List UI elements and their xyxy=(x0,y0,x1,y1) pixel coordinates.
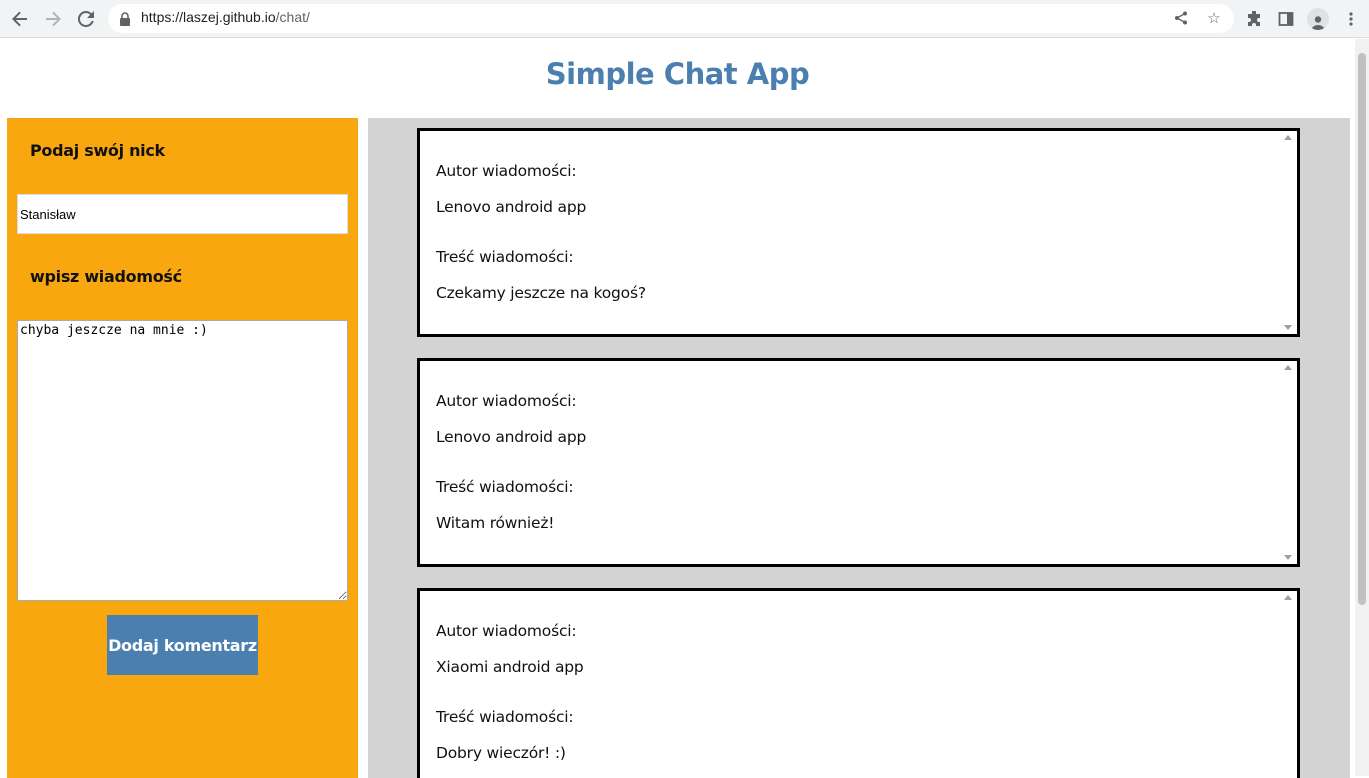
message-card[interactable]: Autor wiadomości: Lenovo android app Tre… xyxy=(417,358,1300,567)
extensions-icon[interactable] xyxy=(1242,7,1266,31)
message-label: wpisz wiadomość xyxy=(30,267,182,286)
scroll-down-arrow-icon[interactable] xyxy=(1284,325,1292,330)
author-label: Autor wiadomości: xyxy=(436,162,577,180)
lock-icon[interactable] xyxy=(119,11,131,26)
url-text: https://laszej.github.io/chat/ xyxy=(141,9,310,25)
content-label: Treść wiadomości: xyxy=(436,708,574,726)
scroll-up-arrow-icon[interactable] xyxy=(1284,365,1292,370)
scroll-down-arrow-icon[interactable] xyxy=(1284,555,1292,560)
author-value: Xiaomi android app xyxy=(436,658,584,676)
author-value: Lenovo android app xyxy=(436,198,587,216)
page-scrollbar-thumb[interactable] xyxy=(1358,53,1366,605)
message-card[interactable]: Autor wiadomości: Lenovo android app Tre… xyxy=(417,128,1300,337)
share-icon[interactable] xyxy=(1171,8,1191,28)
content-label: Treść wiadomości: xyxy=(436,478,574,496)
browser-toolbar: https://laszej.github.io/chat/ ☆ xyxy=(0,0,1369,38)
message-textarea[interactable]: chyba jeszcze na mnie :) xyxy=(17,320,348,601)
side-panel-icon[interactable] xyxy=(1274,7,1298,31)
forward-icon[interactable] xyxy=(41,7,65,31)
bookmark-star-icon[interactable]: ☆ xyxy=(1204,8,1224,28)
add-comment-button[interactable]: Dodaj komentarz xyxy=(107,615,258,675)
message-card[interactable]: Autor wiadomości: Xiaomi android app Tre… xyxy=(417,588,1300,778)
content-label: Treść wiadomości: xyxy=(436,248,574,266)
scroll-up-arrow-icon[interactable] xyxy=(1284,595,1292,600)
author-label: Autor wiadomości: xyxy=(436,392,577,410)
content-value: Czekamy jeszcze na kogoś? xyxy=(436,284,646,302)
address-bar[interactable]: https://laszej.github.io/chat/ ☆ xyxy=(108,4,1234,33)
author-label: Autor wiadomości: xyxy=(436,622,577,640)
nick-label: Podaj swój nick xyxy=(30,141,165,160)
back-icon[interactable] xyxy=(8,7,32,31)
content-value: Witam również! xyxy=(436,514,555,532)
page-title: Simple Chat App xyxy=(545,57,810,91)
author-value: Lenovo android app xyxy=(436,428,587,446)
message-form-panel: Podaj swój nick wpisz wiadomość chyba je… xyxy=(7,118,358,778)
scroll-up-arrow-icon[interactable] xyxy=(1284,135,1292,140)
reload-icon[interactable] xyxy=(74,7,98,31)
content-value: Dobry wieczór! :) xyxy=(436,744,566,762)
page-scrollbar[interactable] xyxy=(1355,39,1369,776)
messages-feed[interactable]: Autor wiadomości: Lenovo android app Tre… xyxy=(368,118,1350,778)
page: Simple Chat App Podaj swój nick wpisz wi… xyxy=(0,39,1355,778)
menu-kebab-icon[interactable] xyxy=(1339,7,1363,31)
profile-avatar[interactable] xyxy=(1307,8,1329,30)
nick-input[interactable] xyxy=(17,194,348,234)
